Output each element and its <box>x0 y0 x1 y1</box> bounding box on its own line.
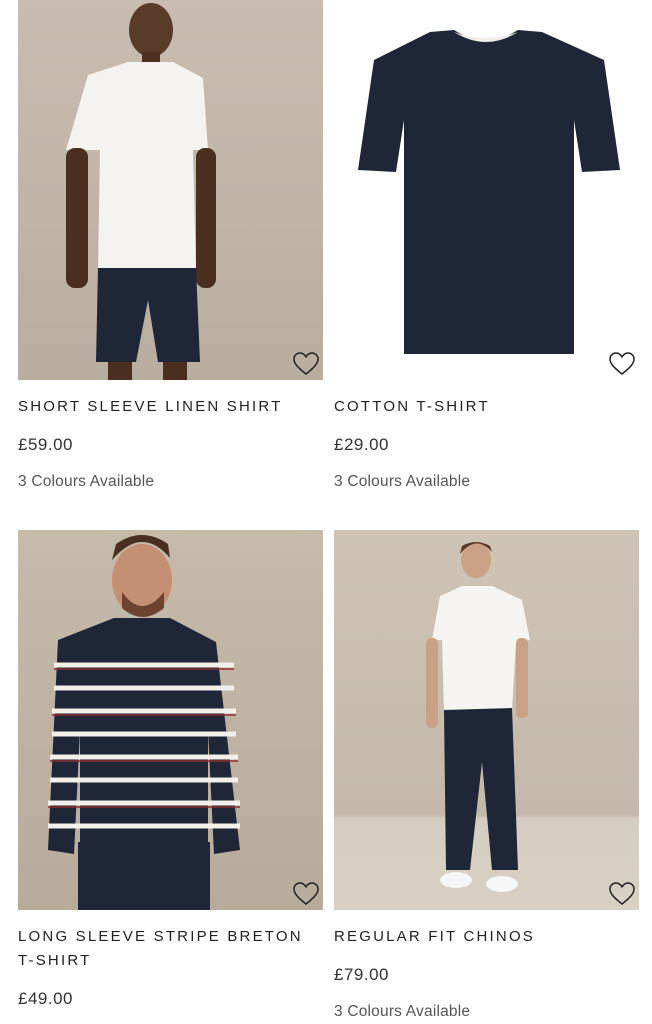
product-price: £49.00 <box>18 989 73 1008</box>
colours-available: 3 Colours Available <box>18 473 155 490</box>
product-card[interactable]: LONG SLEEVE STRIPE BRETON T-SHIRT £49.00 <box>18 530 323 1009</box>
wishlist-heart-icon[interactable] <box>609 882 635 906</box>
product-price: £29.00 <box>334 435 389 454</box>
wishlist-heart-icon[interactable] <box>293 882 319 906</box>
product-title[interactable]: LONG SLEEVE STRIPE BRETON T-SHIRT <box>18 925 323 973</box>
colours-available: 3 Colours Available <box>334 473 471 490</box>
product-image[interactable] <box>18 0 323 380</box>
product-title[interactable]: SHORT SLEEVE LINEN SHIRT <box>18 395 323 419</box>
product-card[interactable]: SHORT SLEEVE LINEN SHIRT £59.00 3 Colour… <box>18 0 323 491</box>
product-title[interactable]: REGULAR FIT CHINOS <box>334 925 639 949</box>
man-in-regular-fit-chinos-photo <box>426 542 530 892</box>
wishlist-heart-icon[interactable] <box>293 352 319 376</box>
product-image[interactable] <box>334 0 639 380</box>
man-in-white-linen-shirt-photo <box>66 3 216 380</box>
product-title[interactable]: COTTON T-SHIRT <box>334 395 639 419</box>
man-in-striped-breton-tshirt-photo <box>48 535 240 910</box>
product-price: £79.00 <box>334 965 389 984</box>
product-card[interactable]: REGULAR FIT CHINOS £79.00 3 Colours Avai… <box>334 530 639 1021</box>
product-card[interactable]: COTTON T-SHIRT £29.00 3 Colours Availabl… <box>334 0 639 491</box>
product-image[interactable] <box>334 530 639 910</box>
product-image[interactable] <box>18 530 323 910</box>
wishlist-heart-icon[interactable] <box>609 352 635 376</box>
colours-available: 3 Colours Available <box>334 1003 471 1020</box>
product-price: £59.00 <box>18 435 73 454</box>
navy-cotton-tshirt-photo <box>358 30 620 354</box>
